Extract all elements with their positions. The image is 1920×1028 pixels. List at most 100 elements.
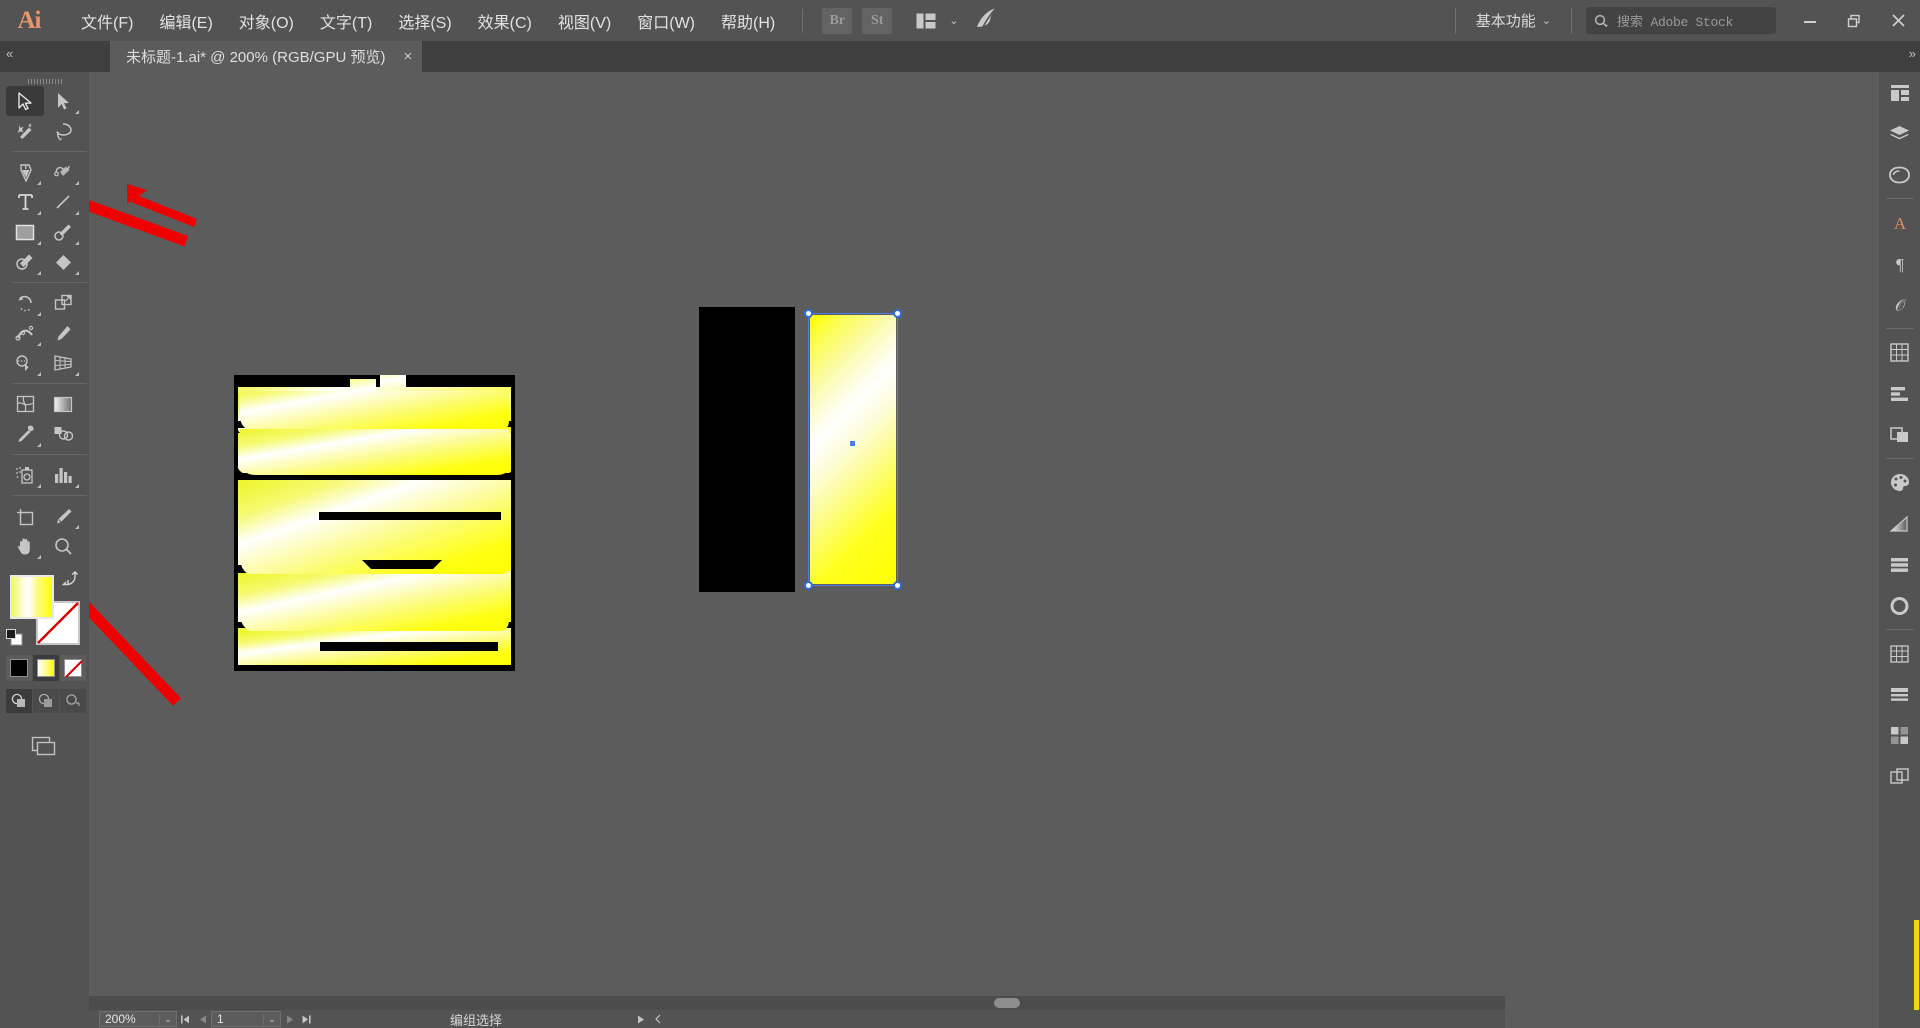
paragraph-panel-icon[interactable]: ¶ [1879,243,1920,284]
stroke-panel-icon[interactable] [1879,585,1920,626]
arrange-documents-icon[interactable] [909,8,943,34]
swatches-panel-icon[interactable] [1879,715,1920,756]
swap-fill-stroke-icon[interactable] [61,571,79,590]
perspective-grid-tool[interactable] [44,348,82,378]
blend-tool[interactable] [44,419,82,449]
eraser-tool[interactable] [44,247,82,277]
color-mode-button[interactable] [6,655,32,681]
collapse-left-icon[interactable]: « [6,46,13,61]
collapse-right-icon[interactable]: » [1909,46,1916,61]
properties-panel-icon[interactable] [1879,72,1920,113]
prev-icon[interactable] [649,1010,666,1028]
direct-selection-tool[interactable] [44,86,82,116]
magic-wand-tool[interactable] [6,116,44,146]
last-page-icon[interactable] [298,1010,315,1028]
symbol-sprayer-tool[interactable] [6,460,44,490]
fill-swatch[interactable] [10,575,54,619]
toolbar-grip[interactable] [0,72,89,86]
brushes-panel-icon[interactable] [1879,633,1920,674]
none-mode-button[interactable] [60,655,86,681]
selected-gradient-rectangle[interactable] [804,309,902,590]
canvas[interactable] [89,72,1519,1010]
close-icon[interactable] [1876,0,1920,41]
page-number-selector[interactable]: 1 ⌄ [211,1011,281,1027]
lasso-tool[interactable] [44,116,82,146]
next-page-icon[interactable] [281,1010,298,1028]
change-screen-mode-button[interactable] [28,735,58,762]
libraries-panel-icon[interactable] [1879,154,1920,195]
page-chevron-down-icon[interactable]: ⌄ [263,1013,280,1025]
horizontal-scroll-thumb[interactable] [994,998,1020,1008]
draw-inside-button[interactable] [60,689,86,713]
pen-tool[interactable] [6,157,44,187]
shaper-tool[interactable] [6,247,44,277]
menu-type[interactable]: 文字(T) [307,3,385,39]
slice-tool[interactable] [44,501,82,531]
stock-icon[interactable]: St [862,7,893,34]
mesh-tool[interactable] [6,389,44,419]
gradient-tool[interactable] [44,389,82,419]
menu-select[interactable]: 选择(S) [385,3,464,39]
draw-behind-button[interactable] [33,689,59,713]
panel-scroll-indicator[interactable] [1914,920,1919,1010]
play-icon[interactable] [632,1010,649,1028]
transform-panel-icon[interactable] [1879,332,1920,373]
menu-file[interactable]: 文件(F) [68,3,146,39]
pathfinder-panel-icon[interactable] [1879,414,1920,455]
rectangle-tool[interactable] [6,217,44,247]
stock-bird-icon[interactable] [974,7,1000,34]
scale-tool[interactable] [44,288,82,318]
column-graph-tool[interactable] [44,460,82,490]
menu-object[interactable]: 对象(O) [226,3,307,39]
gradient-mode-button[interactable] [33,655,59,681]
zoom-chevron-down-icon[interactable]: ⌄ [159,1013,176,1025]
opentype-panel-icon[interactable]: 𝒪 [1879,284,1920,325]
rotate-tool[interactable] [6,288,44,318]
menu-view[interactable]: 视图(V) [545,3,624,39]
restore-icon[interactable] [1832,0,1876,41]
align-panel-icon[interactable] [1879,373,1920,414]
shape-builder-tool[interactable] [6,348,44,378]
symbols-panel-icon[interactable] [1879,674,1920,715]
gradient-panel-icon[interactable] [1879,503,1920,544]
zoom-tool[interactable] [44,531,82,561]
workspace-selector[interactable]: 基本功能 ⌄ [1470,10,1557,31]
menu-help[interactable]: 帮助(H) [708,3,788,39]
eyedropper-tool[interactable] [6,419,44,449]
character-panel-icon[interactable]: A [1879,202,1920,243]
artboard-tool[interactable] [6,501,44,531]
horizontal-scrollbar[interactable] [89,996,1505,1010]
search-input[interactable]: 搜索 Adobe Stock [1586,7,1776,34]
anchor-point-top-right[interactable] [893,309,902,318]
color-panel-icon[interactable] [1879,462,1920,503]
anchor-point-bottom-right[interactable] [893,581,902,590]
default-fill-stroke-icon[interactable] [6,629,23,646]
line-segment-tool[interactable] [44,187,82,217]
menu-window[interactable]: 窗口(W) [624,3,708,39]
type-tool[interactable] [6,187,44,217]
anchor-point-top-left[interactable] [804,309,813,318]
hand-tool[interactable] [6,531,44,561]
selection-tool[interactable] [6,86,44,116]
appearance-panel-icon[interactable] [1879,544,1920,585]
layers-panel-icon[interactable] [1879,113,1920,154]
draw-normal-button[interactable] [6,689,32,713]
document-tab[interactable]: 未标题-1.ai* @ 200% (RGB/GPU 预览) × [110,41,423,72]
artwork-xi-character[interactable] [234,375,515,671]
width-tool[interactable] [6,318,44,348]
zoom-level-selector[interactable]: 200% ⌄ [99,1011,177,1027]
anchor-point-bottom-left[interactable] [804,581,813,590]
document-tab-close-icon[interactable]: × [403,48,412,65]
paintbrush-tool[interactable] [44,217,82,247]
prev-page-icon[interactable] [194,1010,211,1028]
minimize-icon[interactable] [1788,0,1832,41]
free-transform-tool[interactable] [44,318,82,348]
bridge-icon[interactable]: Br [822,7,853,34]
artboards-panel-icon[interactable] [1879,756,1920,797]
black-rectangle-shape[interactable] [699,307,795,592]
first-page-icon[interactable] [177,1010,194,1028]
curvature-tool[interactable] [44,157,82,187]
menu-effect[interactable]: 效果(C) [465,3,545,39]
arrange-chevron-down-icon[interactable]: ⌄ [949,14,958,27]
menu-edit[interactable]: 编辑(E) [146,3,225,39]
